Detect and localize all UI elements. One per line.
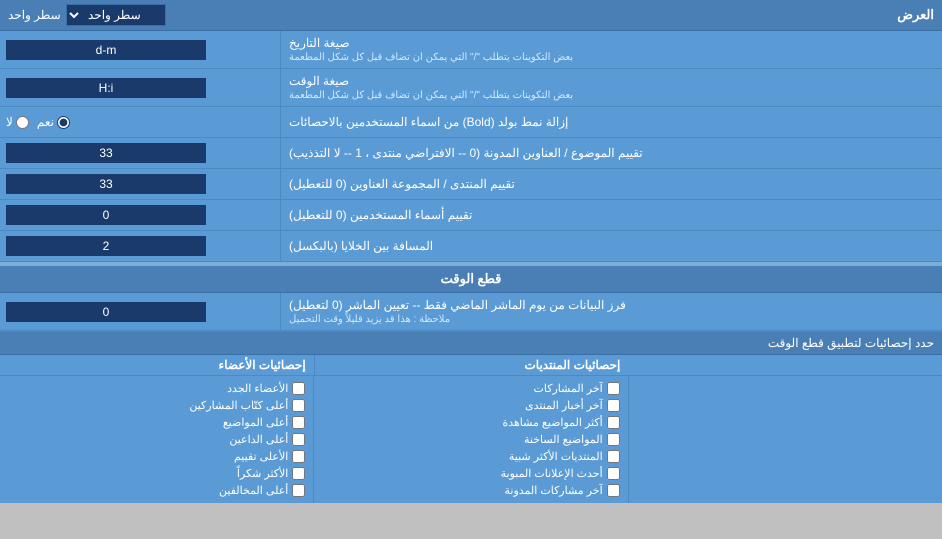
empty-col	[628, 376, 942, 503]
forum-group-input-cell	[0, 169, 280, 199]
usernames-count-row: تقييم أسماء المستخدمين (0 للتعطيل)	[0, 200, 942, 231]
checkbox-member-0[interactable]	[292, 382, 305, 395]
cutoff-row: فرز البيانات من يوم الماشر الماضي فقط --…	[0, 293, 942, 331]
rows-select-label: سطر واحد	[8, 8, 61, 22]
date-format-input-cell	[0, 31, 280, 68]
time-format-row: صيغة الوقت بعض التكوينات يتطلب "/" التي …	[0, 69, 942, 107]
checkbox-member-label-4: الأعلى تقييم	[234, 450, 288, 463]
time-format-label: صيغة الوقت بعض التكوينات يتطلب "/" التي …	[280, 69, 942, 106]
checkbox-item: أعلى الداعين	[8, 431, 305, 448]
usernames-count-input-cell	[0, 200, 280, 230]
checkbox-item: أعلى المخالفين	[8, 482, 305, 499]
checkbox-member-3[interactable]	[292, 433, 305, 446]
time-format-input-cell	[0, 69, 280, 106]
checkbox-member-5[interactable]	[292, 467, 305, 480]
topics-count-label: تقييم الموضوع / العناوين المدونة (0 -- ا…	[280, 138, 942, 168]
checkbox-member-2[interactable]	[292, 416, 305, 429]
radio-no[interactable]	[16, 116, 29, 129]
rows-select[interactable]: سطر واحد سطران ثلاثة أسطر	[66, 4, 166, 26]
time-format-input[interactable]	[6, 78, 206, 98]
checkbox-forum-4[interactable]	[607, 450, 620, 463]
checkbox-item: أعلى كتّاب المشاركين	[8, 397, 305, 414]
checkbox-forum-3[interactable]	[607, 433, 620, 446]
cutoff-input-cell	[0, 293, 280, 330]
checkbox-member-label-1: أعلى كتّاب المشاركين	[189, 399, 288, 412]
checkbox-forum-1[interactable]	[607, 399, 620, 412]
col2-title: إحصائيات الأعضاء	[0, 355, 314, 375]
checkbox-member-6[interactable]	[292, 484, 305, 497]
checkbox-forum-label-5: أحدث الإعلانات المبوبة	[501, 467, 603, 480]
cell-spacing-input-cell	[0, 231, 280, 261]
checkbox-forum-label-2: أكثر المواضيع مشاهدة	[502, 416, 602, 429]
checkbox-member-label-2: أعلى المواضيع	[223, 416, 289, 429]
checkbox-item: أعلى المواضيع	[8, 414, 305, 431]
display-header-row: العرض سطر واحد سطران ثلاثة أسطر سطر واحد	[0, 0, 942, 31]
forum-stats-col: آخر المشاركات آخر أخبار المنتدى أكثر الم…	[313, 376, 627, 503]
checkbox-item: الأعلى تقييم	[8, 448, 305, 465]
bottom-header: حدد إحصائيات لتطبيق قطع الوقت	[0, 332, 942, 355]
cutoff-input[interactable]	[6, 302, 206, 322]
member-stats-col: الأعضاء الجدد أعلى كتّاب المشاركين أعلى …	[0, 376, 313, 503]
checkbox-forum-label-4: المنتديات الأكثر شبية	[509, 450, 603, 463]
checkbox-member-1[interactable]	[292, 399, 305, 412]
cell-spacing-input[interactable]	[6, 236, 206, 256]
radio-yes[interactable]	[57, 116, 70, 129]
date-format-row: صيغة التاريخ بعض التكوينات يتطلب "/" الت…	[0, 31, 942, 69]
empty-label-area	[628, 355, 942, 375]
checkbox-forum-6[interactable]	[607, 484, 620, 497]
date-format-input[interactable]	[6, 40, 206, 60]
cutoff-label: فرز البيانات من يوم الماشر الماضي فقط --…	[280, 293, 942, 330]
checkbox-member-label-6: أعلى المخالفين	[219, 484, 288, 497]
radio-yes-label[interactable]: نعم	[37, 115, 70, 129]
checkbox-item: آخر أخبار المنتدى	[322, 397, 619, 414]
checkbox-forum-label-1: آخر أخبار المنتدى	[525, 399, 603, 412]
bold-remove-label: إزالة نمط بولد (Bold) من اسماء المستخدمي…	[280, 107, 942, 137]
checkbox-item: الأكثر شكراً	[8, 465, 305, 482]
checkbox-member-label-3: أعلى الداعين	[229, 433, 288, 446]
topics-count-input[interactable]	[6, 143, 206, 163]
date-format-label: صيغة التاريخ بعض التكوينات يتطلب "/" الت…	[280, 31, 942, 68]
bold-remove-row: إزالة نمط بولد (Bold) من اسماء المستخدمي…	[0, 107, 942, 138]
checkbox-item: آخر المشاركات	[322, 380, 619, 397]
bottom-outer: حدد إحصائيات لتطبيق قطع الوقت إحصائيات ا…	[0, 331, 942, 503]
checkbox-item: أكثر المواضيع مشاهدة	[322, 414, 619, 431]
col1-title: إحصائيات المنتديات	[314, 355, 629, 375]
checkbox-content: آخر المشاركات آخر أخبار المنتدى أكثر الم…	[0, 376, 942, 503]
cell-spacing-row: المسافة بين الخلايا (بالبكسل)	[0, 231, 942, 262]
checkbox-item: المنتديات الأكثر شبية	[322, 448, 619, 465]
checkbox-item: المواضيع الساخنة	[322, 431, 619, 448]
checkbox-item: الأعضاء الجدد	[8, 380, 305, 397]
display-label: العرض	[897, 7, 934, 23]
checkbox-member-label-0: الأعضاء الجدد	[227, 382, 288, 395]
checkbox-item: آخر مشاركات المدونة	[322, 482, 619, 499]
checkbox-titles-row: إحصائيات المنتديات إحصائيات الأعضاء	[0, 355, 942, 376]
radio-no-label[interactable]: لا	[6, 115, 29, 129]
topics-count-input-cell	[0, 138, 280, 168]
forum-group-input[interactable]	[6, 174, 206, 194]
bold-radio-group: نعم لا	[6, 115, 70, 129]
usernames-count-label: تقييم أسماء المستخدمين (0 للتعطيل)	[280, 200, 942, 230]
checkbox-item: أحدث الإعلانات المبوبة	[322, 465, 619, 482]
checkbox-forum-label-6: آخر مشاركات المدونة	[505, 484, 603, 497]
checkbox-forum-2[interactable]	[607, 416, 620, 429]
header-select-cell: سطر واحد سطران ثلاثة أسطر سطر واحد	[8, 4, 166, 26]
cell-spacing-label: المسافة بين الخلايا (بالبكسل)	[280, 231, 942, 261]
checkbox-forum-label-0: آخر المشاركات	[534, 382, 603, 395]
forum-group-row: تقييم المنتدى / المجموعة العناوين (0 للت…	[0, 169, 942, 200]
checkbox-forum-0[interactable]	[607, 382, 620, 395]
checkbox-forum-5[interactable]	[607, 467, 620, 480]
forum-group-label: تقييم المنتدى / المجموعة العناوين (0 للت…	[280, 169, 942, 199]
checkbox-member-label-5: الأكثر شكراً	[237, 467, 288, 480]
topics-count-row: تقييم الموضوع / العناوين المدونة (0 -- ا…	[0, 138, 942, 169]
bold-remove-input-cell: نعم لا	[0, 107, 280, 137]
usernames-count-input[interactable]	[6, 205, 206, 225]
cutoff-section-header: قطع الوقت	[0, 266, 942, 293]
checkbox-member-4[interactable]	[292, 450, 305, 463]
checkbox-forum-label-3: المواضيع الساخنة	[524, 433, 603, 446]
bottom-header-label: حدد إحصائيات لتطبيق قطع الوقت	[8, 336, 934, 350]
